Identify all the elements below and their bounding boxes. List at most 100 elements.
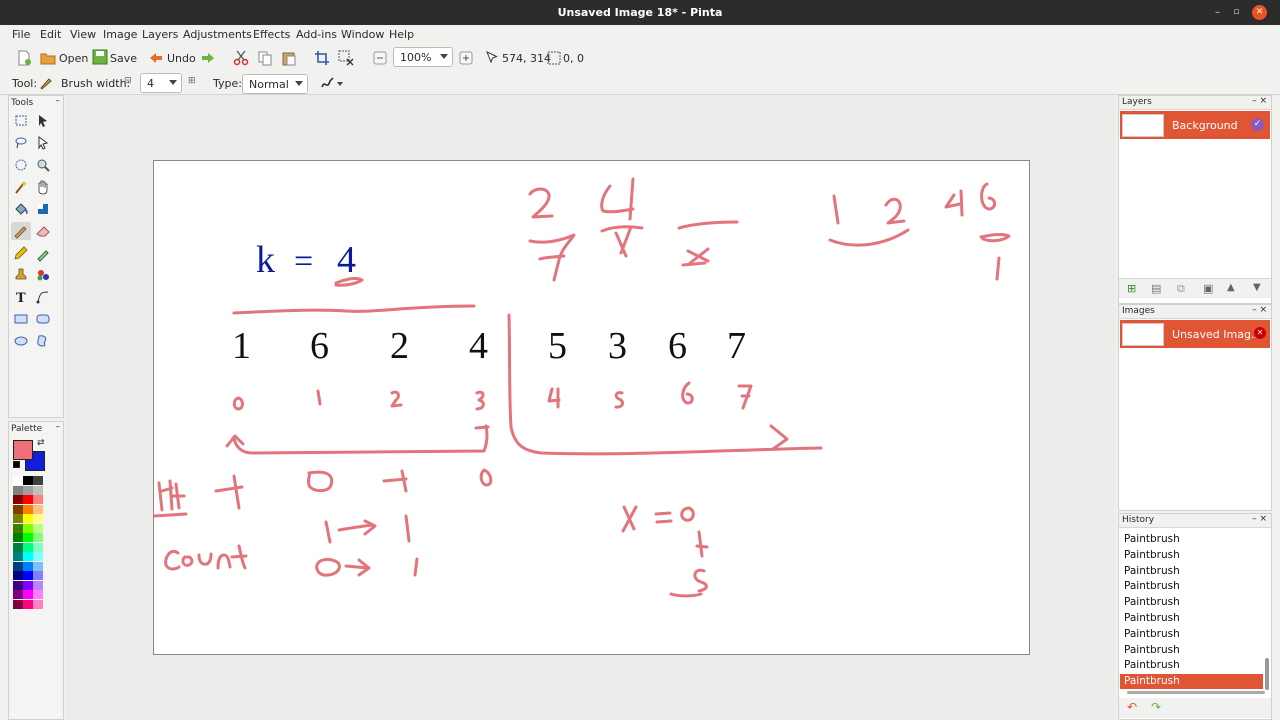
zoom-in-icon[interactable] xyxy=(458,50,474,66)
palette-swatch[interactable] xyxy=(13,485,23,495)
pencil-tool[interactable] xyxy=(11,244,31,262)
palette-swatch[interactable] xyxy=(13,590,23,599)
line-curve-tool[interactable] xyxy=(33,288,53,306)
history-item[interactable]: Paintbrush xyxy=(1120,658,1263,673)
rounded-rectangle-tool[interactable] xyxy=(33,310,53,328)
palette-swatch[interactable] xyxy=(13,571,23,580)
history-scrollbar[interactable] xyxy=(1265,658,1269,690)
palette-swatch[interactable] xyxy=(13,523,23,533)
text-tool[interactable]: T xyxy=(11,288,31,306)
menu-view[interactable]: View xyxy=(70,28,96,41)
history-item[interactable]: Paintbrush xyxy=(1120,611,1263,626)
panel-controls-icon[interactable]: – × xyxy=(1252,305,1267,315)
reset-colors-icon[interactable] xyxy=(13,461,20,468)
history-redo-icon[interactable]: ↷ xyxy=(1151,700,1161,714)
palette-swatch[interactable] xyxy=(13,533,23,542)
palette-swatch[interactable] xyxy=(23,542,33,552)
eraser-tool[interactable] xyxy=(33,222,53,240)
palette-swatch[interactable] xyxy=(23,552,33,561)
palette-swatch[interactable] xyxy=(23,495,33,504)
undo-icon[interactable] xyxy=(148,50,164,66)
copy-icon[interactable] xyxy=(257,50,273,66)
move-layer-down-icon[interactable]: ▼ xyxy=(1253,282,1261,293)
palette-swatch[interactable] xyxy=(23,580,33,590)
antialias-icon[interactable] xyxy=(320,75,336,91)
freeform-shape-tool[interactable] xyxy=(33,332,53,350)
close-image-icon[interactable]: ✕ xyxy=(1254,327,1266,339)
palette-swatch[interactable] xyxy=(23,571,33,580)
palette-swatch[interactable] xyxy=(33,533,43,542)
menu-image[interactable]: Image xyxy=(103,28,137,41)
zoom-tool[interactable] xyxy=(33,156,53,174)
paste-icon[interactable] xyxy=(281,50,297,66)
history-undo-icon[interactable]: ↶ xyxy=(1127,700,1137,714)
gradient-tool[interactable] xyxy=(33,200,53,218)
undo-button[interactable]: Undo xyxy=(167,52,196,65)
palette-swatch[interactable] xyxy=(23,523,33,533)
palette-swatch[interactable] xyxy=(33,514,43,523)
history-item[interactable]: Paintbrush xyxy=(1120,627,1263,642)
palette-swatch[interactable] xyxy=(13,552,23,561)
cut-icon[interactable] xyxy=(233,50,249,66)
rectangle-tool[interactable] xyxy=(11,310,31,328)
swap-colors-icon[interactable]: ⇄ xyxy=(37,438,45,448)
panel-minimize-icon[interactable]: – xyxy=(56,96,61,106)
palette-swatch[interactable] xyxy=(13,599,23,609)
zoom-combo[interactable]: 100% xyxy=(393,47,453,67)
history-item[interactable]: Paintbrush xyxy=(1120,643,1263,658)
palette-swatch[interactable] xyxy=(23,599,33,609)
add-layer-icon[interactable]: ⊞ xyxy=(1127,282,1136,295)
panel-controls-icon[interactable]: – × xyxy=(1252,514,1267,524)
zoom-out-icon[interactable] xyxy=(372,50,388,66)
ellipse-tool[interactable] xyxy=(11,332,31,350)
palette-swatch[interactable] xyxy=(33,580,43,590)
layer-item-background[interactable]: Background ✓ xyxy=(1120,111,1270,139)
palette-swatch[interactable] xyxy=(33,485,43,495)
palette-swatch[interactable] xyxy=(23,590,33,599)
primary-color-swatch[interactable] xyxy=(13,440,33,460)
menu-window[interactable]: Window xyxy=(341,28,384,41)
increase-width-icon[interactable]: ⊞ xyxy=(188,76,196,86)
move-layer-up-icon[interactable]: ▲ xyxy=(1227,282,1235,293)
lasso-select-tool[interactable] xyxy=(11,134,31,152)
save-button[interactable]: Save xyxy=(110,52,137,65)
close-button[interactable]: ✕ xyxy=(1252,5,1267,20)
brush-width-combo[interactable]: 4 xyxy=(140,73,182,93)
redo-icon[interactable] xyxy=(200,50,216,66)
palette-swatch[interactable] xyxy=(13,561,23,571)
image-item[interactable]: Unsaved Imag... ✕ xyxy=(1120,320,1270,348)
new-image-icon[interactable] xyxy=(16,50,32,66)
paintbrush-tool[interactable] xyxy=(11,222,31,240)
move-selection-tool[interactable] xyxy=(33,134,53,152)
deselect-icon[interactable] xyxy=(338,50,354,66)
menu-file[interactable]: File xyxy=(12,28,30,41)
palette-swatch[interactable] xyxy=(13,504,23,514)
menu-add-ins[interactable]: Add-ins xyxy=(296,28,337,41)
palette-swatch[interactable] xyxy=(23,533,33,542)
palette-swatch[interactable] xyxy=(33,571,43,580)
history-hscrollbar[interactable] xyxy=(1127,691,1265,694)
palette-swatch[interactable] xyxy=(13,495,23,504)
menu-effects[interactable]: Effects xyxy=(253,28,290,41)
maximize-button[interactable]: ▫ xyxy=(1229,5,1244,20)
menu-layers[interactable]: Layers xyxy=(142,28,178,41)
history-item[interactable]: Paintbrush xyxy=(1120,548,1263,563)
paint-bucket-tool[interactable] xyxy=(11,200,31,218)
menu-help[interactable]: Help xyxy=(389,28,414,41)
move-selected-tool[interactable] xyxy=(33,112,53,130)
palette-swatch[interactable] xyxy=(33,561,43,571)
palette-swatch[interactable] xyxy=(13,580,23,590)
merge-layer-icon[interactable]: ▣ xyxy=(1203,282,1213,295)
crop-icon[interactable] xyxy=(314,50,330,66)
rectangle-select-tool[interactable] xyxy=(11,112,31,130)
recolor-tool[interactable] xyxy=(33,266,53,284)
panel-controls-icon[interactable]: – × xyxy=(1252,96,1267,106)
color-picker-tool[interactable] xyxy=(33,244,53,262)
menu-adjustments[interactable]: Adjustments xyxy=(183,28,252,41)
history-item[interactable]: Paintbrush xyxy=(1120,674,1263,690)
palette-swatch[interactable] xyxy=(23,504,33,514)
minimize-button[interactable]: – xyxy=(1210,5,1225,20)
palette-swatch[interactable] xyxy=(23,514,33,523)
palette-swatch[interactable] xyxy=(13,514,23,523)
palette-swatch[interactable] xyxy=(33,552,43,561)
